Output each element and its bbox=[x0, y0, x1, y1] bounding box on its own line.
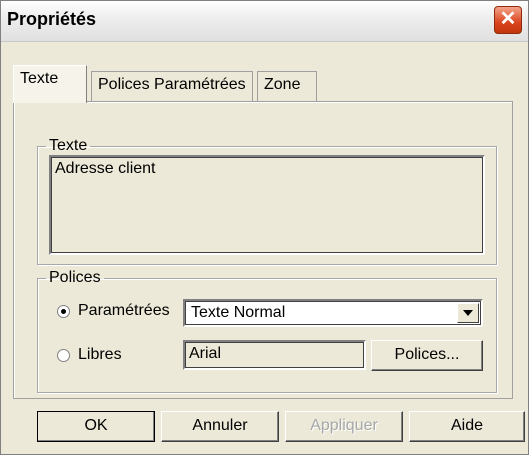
radio-parametrees[interactable]: Paramétrées bbox=[57, 302, 170, 320]
properties-dialog: Propriétés ✕ Texte Polices Paramétrées Z… bbox=[0, 0, 529, 455]
chevron-down-icon bbox=[463, 310, 473, 316]
texte-group-legend: Texte bbox=[49, 137, 88, 154]
close-icon: ✕ bbox=[499, 8, 517, 30]
tab-polices-parametrees[interactable]: Polices Paramétrées bbox=[91, 71, 253, 101]
apply-button[interactable]: Appliquer bbox=[285, 411, 403, 442]
free-font-field: Arial bbox=[183, 340, 366, 370]
tab-texte[interactable]: Texte bbox=[13, 65, 87, 103]
radio-libres[interactable]: Libres bbox=[57, 346, 122, 364]
help-button[interactable]: Aide bbox=[409, 411, 525, 442]
radio-libres-indicator[interactable] bbox=[57, 348, 70, 362]
cancel-button[interactable]: Annuler bbox=[161, 411, 279, 442]
tab-label: Zone bbox=[264, 76, 301, 93]
radio-parametrees-indicator[interactable] bbox=[57, 304, 70, 318]
polices-group-legend: Polices bbox=[49, 269, 101, 286]
polices-group: Polices bbox=[37, 269, 497, 393]
tab-zone[interactable]: Zone bbox=[257, 71, 317, 101]
tab-label: Polices Paramétrées bbox=[98, 76, 246, 93]
dialog-title: Propriétés bbox=[7, 9, 97, 29]
radio-libres-label: Libres bbox=[78, 346, 122, 363]
polices-button[interactable]: Polices... bbox=[371, 340, 483, 371]
title-bar: Propriétés ✕ bbox=[1, 1, 528, 42]
font-preset-value: Texte Normal bbox=[191, 304, 286, 321]
font-preset-select[interactable]: Texte Normal bbox=[183, 299, 483, 327]
radio-parametrees-label: Paramétrées bbox=[78, 302, 170, 319]
text-area[interactable]: Adresse client bbox=[49, 155, 485, 255]
close-button[interactable]: ✕ bbox=[494, 6, 522, 34]
ok-button[interactable]: OK bbox=[37, 411, 155, 442]
tab-label: Texte bbox=[20, 70, 59, 87]
dropdown-button[interactable] bbox=[457, 303, 479, 323]
